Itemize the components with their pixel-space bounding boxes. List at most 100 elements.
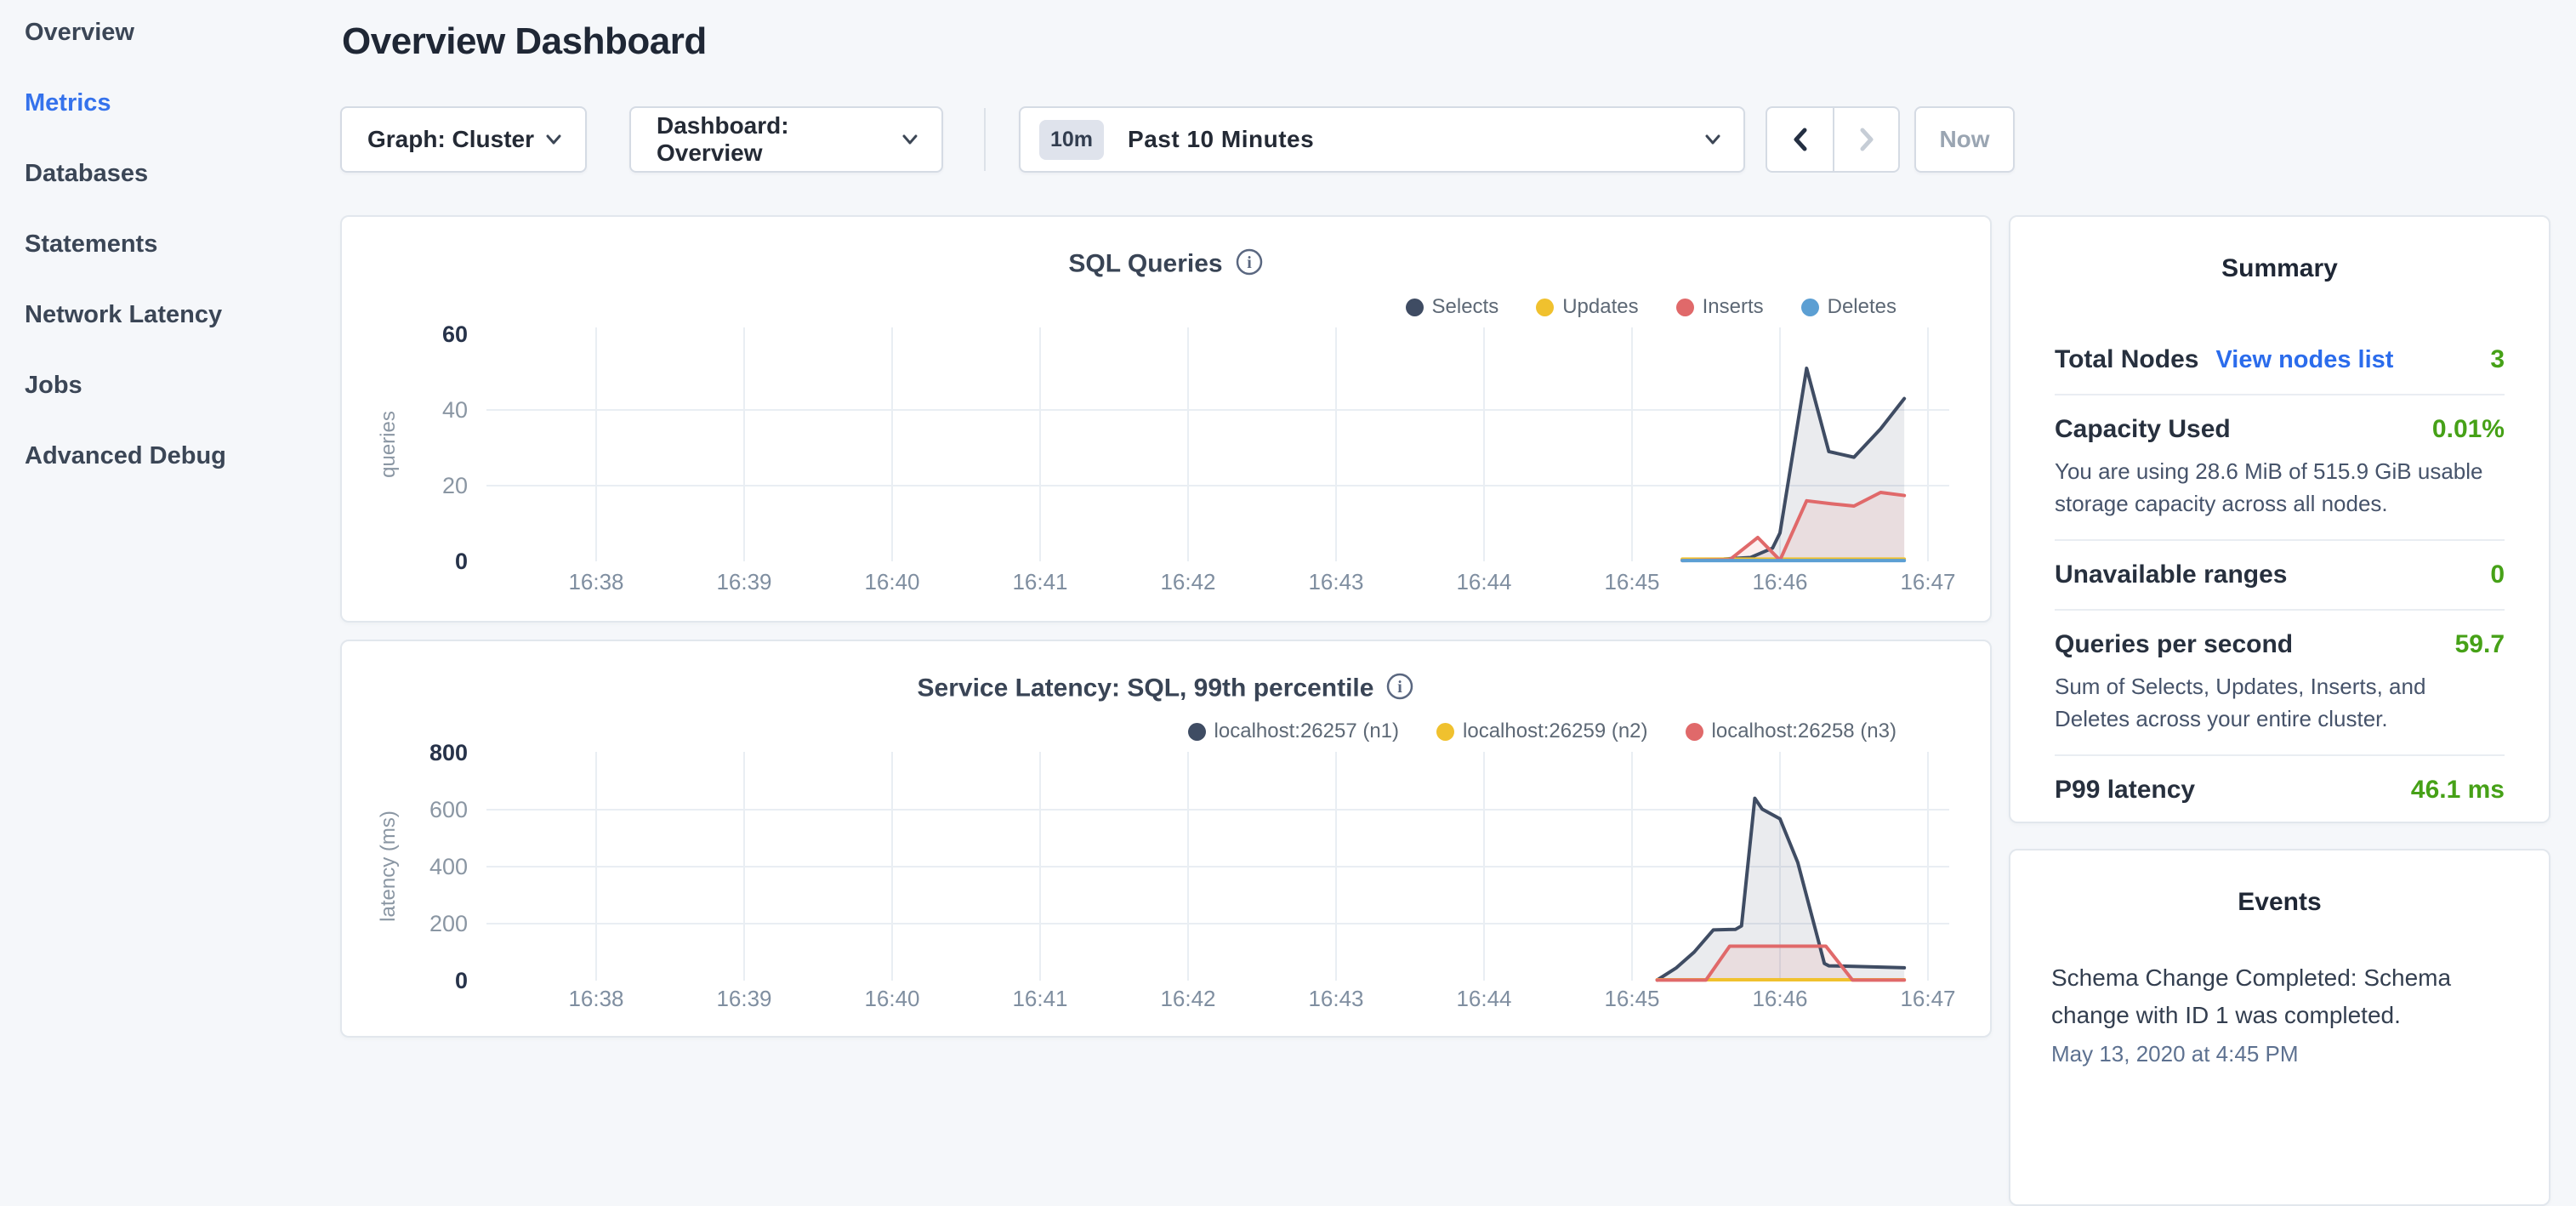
- summary-row: P99 latency 46.1 ms: [2055, 756, 2505, 824]
- sidebar-item-advanced-debug[interactable]: Advanced Debug: [25, 444, 340, 469]
- graph-dropdown-label: Graph: Cluster: [367, 126, 534, 153]
- legend-dot: [1406, 299, 1424, 316]
- summary-row-value: 59.7: [2455, 630, 2505, 659]
- legend-item: Inserts: [1676, 295, 1764, 319]
- legend-dot: [1436, 723, 1454, 741]
- chevron-left-icon: [1789, 125, 1811, 154]
- legend-dot: [1676, 299, 1694, 316]
- dashboard-dropdown-label: Dashboard: Overview: [657, 112, 901, 167]
- sidebar-item-jobs[interactable]: Jobs: [25, 373, 340, 398]
- x-tick-label: 16:38: [568, 569, 623, 594]
- summary-row-label: Capacity Used: [2055, 415, 2231, 444]
- x-tick-label: 16:40: [864, 986, 919, 1011]
- legend-dot: [1686, 723, 1703, 741]
- x-tick-label: 16:45: [1604, 569, 1659, 594]
- summary-row-label: Queries per second: [2055, 630, 2293, 659]
- time-back-button[interactable]: [1766, 106, 1833, 173]
- y-tick-label: 600: [429, 797, 468, 822]
- chevron-down-icon: [901, 133, 919, 146]
- summary-row-value: 0.01%: [2432, 415, 2505, 444]
- y-tick-label: 800: [429, 743, 468, 765]
- x-tick-label: 16:42: [1160, 986, 1215, 1011]
- sidebar-item-statements[interactable]: Statements: [25, 232, 340, 257]
- service-latency-chart[interactable]: 16:3816:3916:4016:4116:4216:4316:4416:45…: [342, 743, 1993, 1037]
- summary-row-label: Unavailable ranges: [2055, 560, 2287, 589]
- chart-title: SQL Queries: [1068, 250, 1222, 278]
- chart-legend: SelectsUpdatesInsertsDeletes: [1406, 295, 1897, 319]
- y-tick-label: 20: [442, 473, 468, 498]
- toolbar-divider: [984, 108, 986, 171]
- x-tick-label: 16:39: [716, 986, 771, 1011]
- x-tick-label: 16:45: [1604, 986, 1659, 1011]
- x-tick-label: 16:43: [1308, 569, 1363, 594]
- summary-row-value: 3: [2490, 345, 2505, 374]
- events-panel: Events Schema Change Completed: Schema c…: [2009, 849, 2550, 1206]
- summary-row-head: Capacity Used 0.01%: [2055, 415, 2505, 444]
- time-forward-button[interactable]: [1833, 106, 1900, 173]
- summary-row-description: Sum of Selects, Updates, Inserts, and De…: [2055, 670, 2505, 735]
- event-timestamp: May 13, 2020 at 4:45 PM: [2051, 1041, 2508, 1067]
- svg-text:i: i: [1247, 253, 1252, 272]
- sidebar: Overview Metrics Databases Statements Networ…: [0, 0, 340, 1051]
- summary-title: Summary: [2010, 254, 2549, 283]
- legend-label: localhost:26259 (n2): [1463, 720, 1647, 743]
- x-tick-label: 16:39: [716, 569, 771, 594]
- view-nodes-list-link[interactable]: View nodes list: [2215, 346, 2393, 374]
- chevron-right-icon: [1856, 125, 1878, 154]
- now-button[interactable]: Now: [1914, 106, 2015, 173]
- y-tick-label: 0: [455, 968, 468, 993]
- summary-row-head: P99 latency 46.1 ms: [2055, 776, 2505, 805]
- legend-label: Updates: [1562, 295, 1638, 319]
- y-tick-label: 400: [429, 854, 468, 879]
- summary-row-label: Total Nodes: [2055, 345, 2198, 374]
- sidebar-item-network-latency[interactable]: Network Latency: [25, 303, 340, 327]
- summary-row: Total Nodes View nodes list 3: [2055, 326, 2505, 395]
- summary-row-description: You are using 28.6 MiB of 515.9 GiB usab…: [2055, 455, 2505, 520]
- x-tick-label: 16:41: [1012, 569, 1067, 594]
- x-tick-label: 16:41: [1012, 986, 1067, 1011]
- summary-row: Queries per second 59.7 Sum of Selects, Up…: [2055, 611, 2505, 756]
- chart-title-row: Service Latency: SQL, 99th percentilei: [342, 672, 1990, 705]
- x-tick-label: 16:38: [568, 986, 623, 1011]
- legend-item: localhost:26258 (n3): [1686, 720, 1896, 743]
- sql-queries-chart[interactable]: 16:3816:3916:4016:4116:4216:4316:4416:45…: [342, 319, 1993, 617]
- time-step-buttons: [1766, 106, 1900, 173]
- x-tick-label: 16:44: [1456, 569, 1511, 594]
- summary-row-value: 0: [2490, 560, 2505, 589]
- legend-dot: [1801, 299, 1819, 316]
- graph-dropdown[interactable]: Graph: Cluster: [340, 106, 587, 173]
- svg-text:i: i: [1398, 678, 1403, 697]
- sidebar-item-metrics[interactable]: Metrics: [25, 91, 340, 116]
- legend-item: localhost:26259 (n2): [1436, 720, 1647, 743]
- time-range-dropdown[interactable]: 10m Past 10 Minutes: [1019, 106, 1745, 173]
- x-tick-label: 16:47: [1900, 986, 1955, 1011]
- summary-row-label: P99 latency: [2055, 776, 2195, 805]
- chart-legend: localhost:26257 (n1) localhost:26259 (n2)…: [1188, 720, 1896, 743]
- legend-label: localhost:26257 (n1): [1214, 720, 1399, 743]
- summary-panel: Summary Total Nodes View nodes list 3 Capac…: [2009, 215, 2550, 823]
- y-axis-label: latency (ms): [377, 811, 400, 922]
- sidebar-item-overview[interactable]: Overview: [25, 20, 340, 45]
- chevron-down-icon: [544, 133, 563, 146]
- legend-item: localhost:26257 (n1): [1188, 720, 1399, 743]
- x-tick-label: 16:42: [1160, 569, 1215, 594]
- summary-row-head: Total Nodes View nodes list 3: [2055, 345, 2505, 374]
- event-text: Schema Change Completed: Schema change w…: [2051, 959, 2508, 1034]
- page-title: Overview Dashboard: [342, 20, 707, 63]
- legend-dot: [1536, 299, 1554, 316]
- service-latency-chart-card: Service Latency: SQL, 99th percentilei l…: [340, 640, 1992, 1038]
- y-tick-label: 40: [442, 397, 468, 423]
- legend-dot: [1188, 723, 1206, 741]
- legend-label: Selects: [1432, 295, 1499, 319]
- y-axis-label: queries: [377, 411, 400, 478]
- x-tick-label: 16:44: [1456, 986, 1511, 1011]
- summary-row-head: Unavailable ranges 0: [2055, 560, 2505, 589]
- legend-item: Updates: [1536, 295, 1638, 319]
- info-icon[interactable]: i: [1385, 672, 1414, 705]
- x-tick-label: 16:46: [1752, 986, 1807, 1011]
- summary-row-value: 46.1 ms: [2411, 776, 2505, 805]
- dashboard-dropdown[interactable]: Dashboard: Overview: [629, 106, 943, 173]
- time-window-label: Past 10 Minutes: [1128, 126, 1314, 153]
- info-icon[interactable]: i: [1235, 247, 1264, 281]
- sidebar-item-databases[interactable]: Databases: [25, 162, 340, 186]
